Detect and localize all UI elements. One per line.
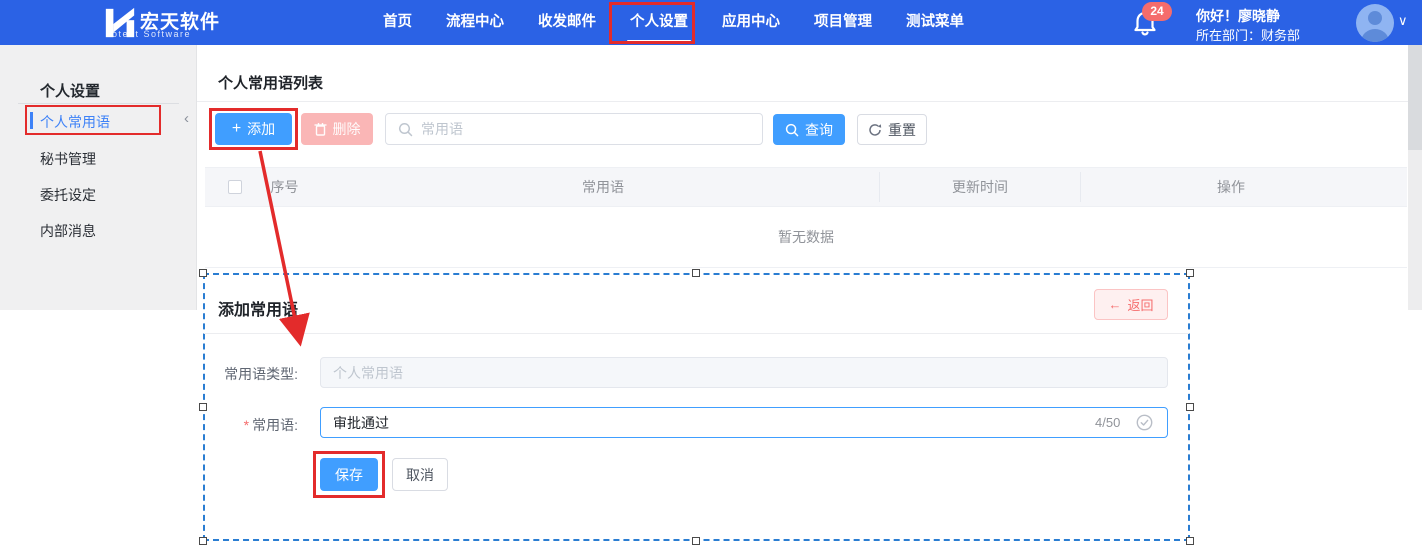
phrase-label: *常用语: (180, 415, 298, 435)
sidebar-item-delegation-settings[interactable]: 委托设定 (40, 185, 170, 207)
title-divider (197, 101, 1408, 102)
main-nav: 首页 流程中心 收发邮件 个人设置 应用中心 项目管理 测试菜单 (366, 0, 981, 45)
selection-handle[interactable] (199, 537, 207, 545)
selection-handle[interactable] (692, 269, 700, 277)
sidebar-collapse-icon[interactable]: ‹ (184, 110, 189, 127)
user-department: 所在部门：财务部 (1196, 25, 1300, 44)
query-button-label: 查询 (805, 120, 833, 140)
selection-handle[interactable] (199, 269, 207, 277)
plus-icon: + (232, 120, 241, 138)
column-header-actions: 操作 (1081, 177, 1381, 197)
sidebar-divider (18, 103, 179, 104)
brand-subtitle: otent Software (112, 29, 191, 39)
phrase-input[interactable] (320, 407, 1168, 438)
sidebar-item-internal-messages[interactable]: 内部消息 (40, 221, 170, 243)
nav-item-personal-settings[interactable]: 个人设置 (613, 0, 705, 45)
circle-check-icon[interactable] (1136, 414, 1153, 431)
nav-item-label: 个人设置 (630, 14, 688, 30)
table-header-row: 序号 常用语 更新时间 操作 (205, 167, 1407, 207)
person-icon (1356, 4, 1394, 42)
refresh-icon (868, 123, 882, 137)
nav-item-mail[interactable]: 收发邮件 (521, 0, 613, 45)
query-button[interactable]: 查询 (773, 114, 845, 145)
search-icon (398, 122, 413, 137)
search-field (385, 113, 763, 145)
sidebar-item-personal-phrases[interactable]: 个人常用语 (40, 112, 170, 134)
trash-icon (314, 122, 327, 136)
char-counter: 4/50 (1095, 415, 1120, 430)
nav-item-test-menu[interactable]: 测试菜单 (889, 0, 981, 45)
nav-item-app-center[interactable]: 应用中心 (705, 0, 797, 45)
form-divider (204, 333, 1189, 334)
add-button-label: 添加 (247, 119, 275, 139)
user-menu-chevron-icon[interactable]: ∨ (1398, 13, 1408, 29)
back-button[interactable]: ← 返回 (1094, 289, 1168, 320)
selection-handle[interactable] (1186, 269, 1194, 277)
active-tab-indicator (627, 40, 691, 44)
phrase-type-label: 常用语类型: (180, 364, 298, 384)
back-arrow-icon: ← (1108, 297, 1121, 312)
delete-button[interactable]: 删除 (301, 113, 373, 145)
form-title: 添加常用语 (218, 296, 298, 320)
reset-button-label: 重置 (888, 120, 916, 140)
selection-handle[interactable] (199, 403, 207, 411)
scrollbar-thumb[interactable] (1408, 45, 1422, 150)
notification-count-badge[interactable]: 24 (1142, 2, 1172, 21)
sidebar-title: 个人设置 (40, 80, 100, 101)
empty-placeholder: 暂无数据 (778, 227, 834, 247)
selection-handle[interactable] (692, 537, 700, 545)
nav-item-home[interactable]: 首页 (366, 0, 429, 45)
select-all-checkbox[interactable] (228, 180, 242, 194)
sidebar-item-secretary-management[interactable]: 秘书管理 (40, 149, 170, 171)
page-title: 个人常用语列表 (218, 72, 323, 93)
column-header-index: 序号 (242, 177, 327, 197)
selection-handle[interactable] (1186, 403, 1194, 411)
user-greeting: 你好！廖晓静 (1196, 6, 1280, 26)
top-navbar: 宏天软件 otent Software 首页 流程中心 收发邮件 个人设置 应用… (0, 0, 1422, 45)
selection-handle[interactable] (1186, 537, 1194, 545)
reset-button[interactable]: 重置 (857, 114, 927, 145)
column-header-updated: 更新时间 (880, 177, 1080, 197)
user-avatar[interactable] (1356, 4, 1394, 42)
table-empty-row: 暂无数据 (205, 207, 1407, 268)
required-mark: * (244, 417, 249, 433)
nav-item-project-management[interactable]: 项目管理 (797, 0, 889, 45)
phrase-label-text: 常用语: (252, 417, 298, 433)
search-icon (785, 123, 799, 137)
app-window: 宏天软件 otent Software 首页 流程中心 收发邮件 个人设置 应用… (0, 0, 1422, 545)
cancel-button[interactable]: 取消 (392, 458, 448, 491)
sidebar-active-bar (30, 112, 33, 129)
column-header-phrase: 常用语 (327, 177, 879, 197)
nav-item-process-center[interactable]: 流程中心 (429, 0, 521, 45)
add-button[interactable]: + 添加 (215, 113, 292, 145)
delete-button-label: 删除 (333, 119, 361, 139)
save-button[interactable]: 保存 (320, 458, 378, 491)
phrase-type-input[interactable] (320, 357, 1168, 388)
back-button-label: 返回 (1127, 295, 1153, 314)
search-input[interactable] (421, 121, 762, 137)
